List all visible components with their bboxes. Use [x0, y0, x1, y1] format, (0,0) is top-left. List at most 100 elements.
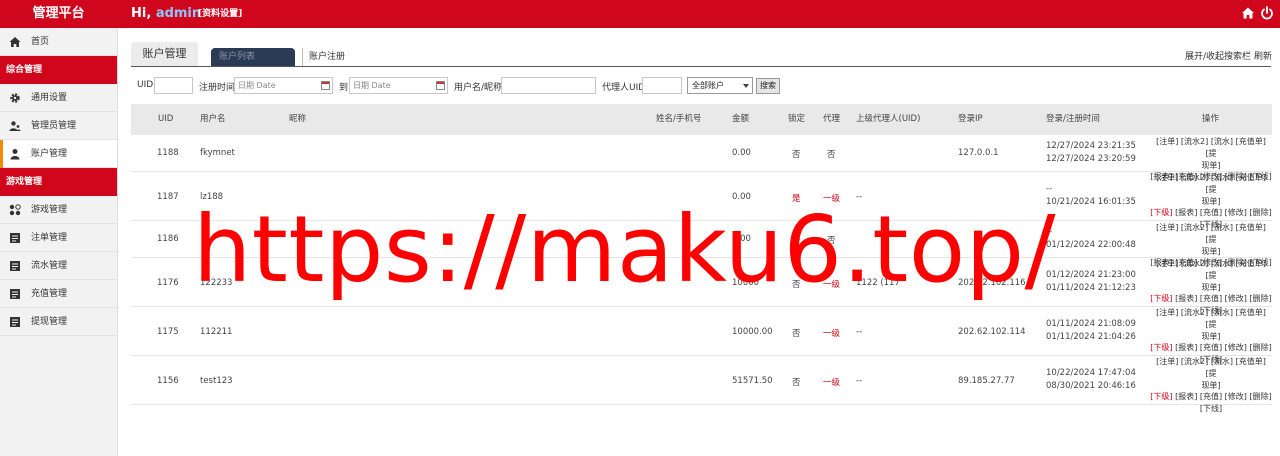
op-flow[interactable]: [流水]: [1211, 259, 1233, 268]
sidebar-item-account-manage[interactable]: 账户管理: [0, 140, 117, 168]
op-withdraw[interactable]: 现单]: [1201, 283, 1220, 292]
op-withdraw[interactable]: [提: [1205, 271, 1216, 280]
op-modify[interactable]: [修改]: [1225, 392, 1247, 401]
sidebar-item-game-manage[interactable]: 游戏管理: [0, 196, 117, 224]
op-flow[interactable]: [流水]: [1211, 137, 1233, 146]
search-button[interactable]: 搜索: [756, 78, 780, 94]
op-flow2[interactable]: [流水2]: [1181, 308, 1208, 317]
op-withdraw[interactable]: [提: [1205, 149, 1216, 158]
op-recharge[interactable]: [充值单]: [1236, 259, 1266, 268]
calendar-icon[interactable]: [321, 81, 330, 90]
home-icon[interactable]: [1241, 6, 1255, 20]
op-sub[interactable]: [下级]: [1150, 208, 1172, 217]
op-withdraw[interactable]: [提: [1205, 185, 1216, 194]
sidebar-section-game[interactable]: 游戏管理: [0, 168, 117, 196]
op-withdraw[interactable]: 现单]: [1201, 161, 1220, 170]
op-withdraw[interactable]: [提: [1205, 320, 1216, 329]
sidebar-item-withdraw-manage[interactable]: 提现管理: [0, 308, 117, 336]
sidebar-item-recharge-manage[interactable]: 充值管理: [0, 280, 117, 308]
power-icon[interactable]: [1260, 6, 1274, 20]
op-sub[interactable]: [下级]: [1150, 294, 1172, 303]
op-flow2[interactable]: [流水2]: [1181, 223, 1208, 232]
op-bet[interactable]: [注单]: [1156, 173, 1178, 182]
sidebar-section-general[interactable]: 综合管理: [0, 56, 117, 84]
cell-login-time: 01/12/2024 21:23:00: [1046, 270, 1136, 280]
op-delete[interactable]: [删除]: [1249, 343, 1271, 352]
username-link[interactable]: admin: [156, 6, 201, 21]
username-input[interactable]: [501, 77, 596, 94]
op-bet[interactable]: [注单]: [1156, 357, 1178, 366]
cell-locked: 否: [792, 378, 801, 388]
sidebar-item-flow-manage[interactable]: 流水管理: [0, 252, 117, 280]
op-charge[interactable]: [充值]: [1200, 392, 1222, 401]
op-bet[interactable]: [注单]: [1156, 137, 1178, 146]
toggle-search-link[interactable]: 展开/收起搜索栏: [1185, 49, 1251, 62]
reg-start-date-input[interactable]: 日期 Date: [234, 77, 333, 94]
op-flow[interactable]: [流水]: [1211, 223, 1233, 232]
op-flow[interactable]: [流水]: [1211, 357, 1233, 366]
op-report[interactable]: [报表]: [1175, 208, 1197, 217]
col-nickname: 昵称: [289, 114, 307, 124]
brand-title: 管理平台: [32, 6, 85, 21]
op-charge[interactable]: [充值]: [1200, 208, 1222, 217]
op-flow[interactable]: [流水]: [1211, 173, 1233, 182]
op-withdraw[interactable]: 现单]: [1201, 197, 1220, 206]
cell-agent[interactable]: 一级: [823, 376, 840, 388]
cell-login-time: 12/27/2024 23:21:35: [1046, 141, 1136, 151]
op-withdraw[interactable]: [提: [1205, 235, 1216, 244]
op-withdraw[interactable]: 现单]: [1201, 247, 1220, 256]
tab-account-manage[interactable]: 账户管理: [131, 42, 198, 66]
op-report[interactable]: [报表]: [1175, 343, 1197, 352]
cell-login-ip: 127.0.0.1: [958, 148, 999, 158]
cell-username: fkymnet: [200, 148, 235, 158]
op-delete[interactable]: [删除]: [1249, 392, 1271, 401]
op-modify[interactable]: [修改]: [1225, 208, 1247, 217]
table-row: 1175 112211 10000.00 否 一级 -- 202.62.102.…: [131, 307, 1272, 364]
tab-account-register[interactable]: 账户注册: [302, 48, 345, 66]
op-flow2[interactable]: [流水2]: [1181, 173, 1208, 182]
op-recharge[interactable]: [充值单]: [1236, 137, 1266, 146]
tab-account-list[interactable]: 账户列表: [211, 48, 295, 66]
op-flow2[interactable]: [流水2]: [1181, 137, 1208, 146]
cell-amount: 10000.00: [732, 327, 773, 337]
list-icon: [10, 289, 20, 299]
cell-uid: 1156: [157, 376, 179, 386]
op-delete[interactable]: [删除]: [1249, 208, 1271, 217]
op-withdraw[interactable]: 现单]: [1201, 381, 1220, 390]
op-modify[interactable]: [修改]: [1225, 294, 1247, 303]
op-offline[interactable]: [下线]: [1200, 404, 1222, 413]
sidebar-item-home[interactable]: 首页: [0, 28, 117, 56]
uid-input[interactable]: [154, 77, 193, 94]
op-flow2[interactable]: [流水2]: [1181, 259, 1208, 268]
op-bet[interactable]: [注单]: [1156, 308, 1178, 317]
op-recharge[interactable]: [充值单]: [1236, 173, 1266, 182]
op-sub[interactable]: [下级]: [1150, 343, 1172, 352]
col-login-ip: 登录IP: [958, 114, 983, 124]
calendar-icon[interactable]: [436, 81, 445, 90]
sidebar-item-general-settings[interactable]: 通用设置: [0, 84, 117, 112]
op-report[interactable]: [报表]: [1175, 294, 1197, 303]
op-flow2[interactable]: [流水2]: [1181, 357, 1208, 366]
sidebar-item-admin-manage[interactable]: 管理员管理: [0, 112, 117, 140]
sidebar-item-bet-manage[interactable]: 注单管理: [0, 224, 117, 252]
op-delete[interactable]: [删除]: [1249, 294, 1271, 303]
op-sub[interactable]: [下级]: [1150, 392, 1172, 401]
op-recharge[interactable]: [充值单]: [1236, 308, 1266, 317]
op-bet[interactable]: [注单]: [1156, 223, 1178, 232]
op-report[interactable]: [报表]: [1175, 392, 1197, 401]
profile-settings-link[interactable]: [资料设置]: [198, 0, 242, 28]
op-charge[interactable]: [充值]: [1200, 294, 1222, 303]
cell-agent[interactable]: 一级: [823, 327, 840, 339]
agent-uid-input[interactable]: [642, 77, 682, 94]
op-modify[interactable]: [修改]: [1225, 343, 1247, 352]
op-withdraw[interactable]: 现单]: [1201, 332, 1220, 341]
op-bet[interactable]: [注单]: [1156, 259, 1178, 268]
account-type-select[interactable]: 全部账户: [687, 77, 753, 94]
reg-end-date-input[interactable]: 日期 Date: [349, 77, 448, 94]
op-recharge[interactable]: [充值单]: [1236, 357, 1266, 366]
op-charge[interactable]: [充值]: [1200, 343, 1222, 352]
refresh-link[interactable]: 刷新: [1254, 49, 1272, 62]
op-withdraw[interactable]: [提: [1205, 369, 1216, 378]
op-flow[interactable]: [流水]: [1211, 308, 1233, 317]
op-recharge[interactable]: [充值单]: [1236, 223, 1266, 232]
